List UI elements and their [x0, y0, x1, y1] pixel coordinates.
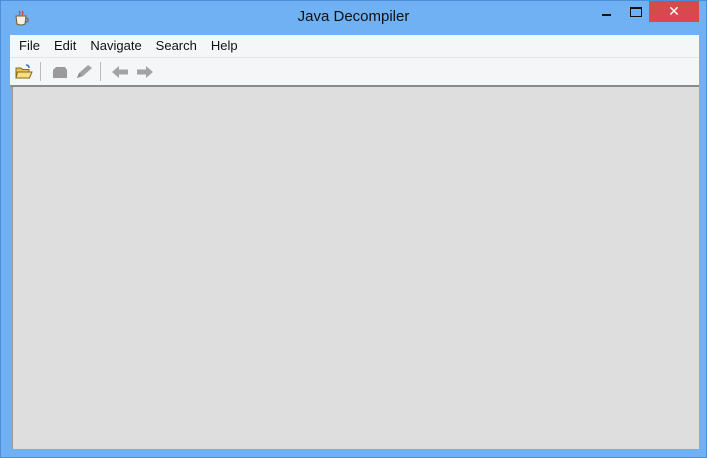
back-arrow-icon[interactable]	[110, 63, 130, 81]
menu-search[interactable]: Search	[149, 35, 204, 57]
maximize-button[interactable]	[621, 1, 651, 23]
toolbar	[10, 58, 699, 87]
menu-bar: File Edit Navigate Search Help	[10, 35, 699, 58]
open-type-icon[interactable]	[50, 63, 70, 81]
open-folder-icon[interactable]	[14, 63, 34, 81]
menu-edit[interactable]: Edit	[47, 35, 83, 57]
menu-help[interactable]: Help	[204, 35, 245, 57]
menu-file[interactable]: File	[10, 35, 47, 57]
minimize-icon	[602, 14, 611, 16]
app-window: Java Decompiler ✕ File Edit Navigate Sea…	[0, 0, 707, 458]
edit-pencil-icon[interactable]	[74, 63, 94, 81]
title-bar[interactable]: Java Decompiler ✕	[1, 1, 706, 35]
close-icon: ✕	[668, 3, 680, 19]
toolbar-separator	[100, 62, 101, 81]
toolbar-separator	[40, 62, 41, 81]
main-content-area[interactable]	[12, 87, 699, 449]
minimize-button[interactable]	[591, 1, 621, 23]
close-button[interactable]: ✕	[649, 1, 699, 22]
menu-navigate[interactable]: Navigate	[83, 35, 148, 57]
maximize-icon	[630, 7, 642, 17]
forward-arrow-icon[interactable]	[135, 63, 155, 81]
